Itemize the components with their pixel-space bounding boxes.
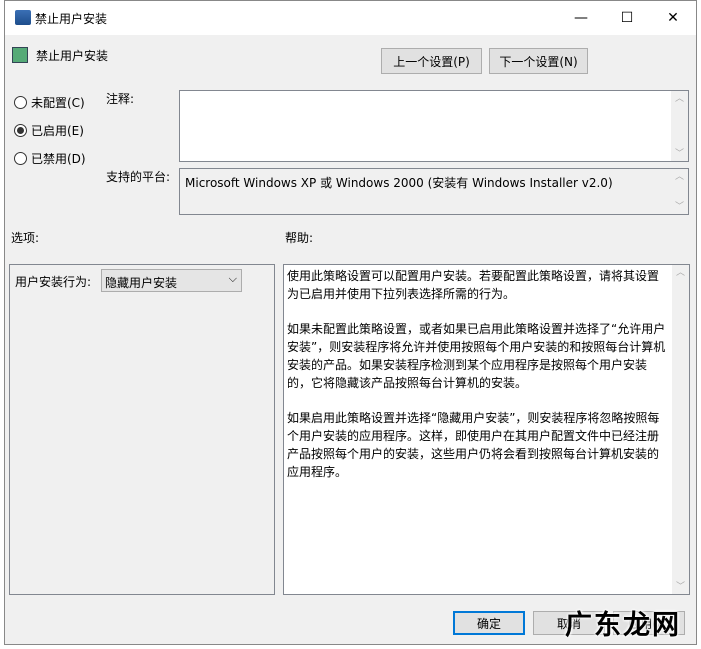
watermark: 广东龙网 [565,610,681,641]
comment-scrollbar[interactable]: ︿ ﹀ [671,91,688,161]
minimize-button[interactable]: — [558,1,604,35]
next-setting-button[interactable]: 下一个设置(N) [489,48,588,74]
close-button[interactable]: ✕ [650,1,696,35]
comment-textarea[interactable]: ︿ ﹀ [179,90,689,162]
title-bar: 禁止用户安装 — ☐ ✕ [5,1,696,35]
options-label: 选项: [11,231,40,245]
options-panel: 用户安装行为: 隐藏用户安装 ⌵ [9,264,275,595]
policy-name: 禁止用户安装 [36,49,109,63]
radio-not-configured[interactable]: 未配置(C) [14,94,85,111]
install-behavior-value: 隐藏用户安装 [105,276,178,290]
platform-field: Microsoft Windows XP 或 Windows 2000 (安装有… [179,168,689,215]
help-paragraph: 如果未配置此策略设置，或者如果已启用此策略设置并选择了“允许用户安装”，则安装程… [287,322,666,390]
policy-setting-icon [12,47,28,63]
comment-label: 注释: [106,92,135,106]
platform-scrollbar[interactable]: ︿ ﹀ [671,169,688,214]
radio-disabled[interactable]: 已禁用(D) [14,150,86,167]
help-paragraph: 如果启用此策略设置并选择“隐藏用户安装”，则安装程序将忽略按照每个用户安装的应用… [287,411,660,479]
ok-button[interactable]: 确定 [453,611,525,635]
help-label: 帮助: [285,231,314,245]
window-title: 禁止用户安装 [35,11,108,26]
help-panel: 使用此策略设置可以配置用户安装。若要配置此策略设置，请将其设置为已启用并使用下拉… [283,264,690,595]
previous-setting-button[interactable]: 上一个设置(P) [381,48,482,74]
policy-dialog: 禁止用户安装 — ☐ ✕ 禁止用户安装 上一个设置(P) 下一个设置(N) 未配… [4,0,697,645]
chevron-down-icon: ⌵ [228,272,237,285]
install-behavior-dropdown[interactable]: 隐藏用户安装 ⌵ [101,269,242,292]
help-paragraph: 使用此策略设置可以配置用户安装。若要配置此策略设置，请将其设置为已启用并使用下拉… [287,269,660,301]
policy-app-icon [15,10,31,25]
radio-enabled[interactable]: 已启用(E) [14,122,84,139]
platform-value: Microsoft Windows XP 或 Windows 2000 (安装有… [185,176,613,190]
help-scrollbar[interactable]: ︿ ﹀ [672,265,689,594]
maximize-button[interactable]: ☐ [604,1,650,35]
install-behavior-label: 用户安装行为: [15,275,92,289]
platform-label: 支持的平台: [106,170,171,184]
